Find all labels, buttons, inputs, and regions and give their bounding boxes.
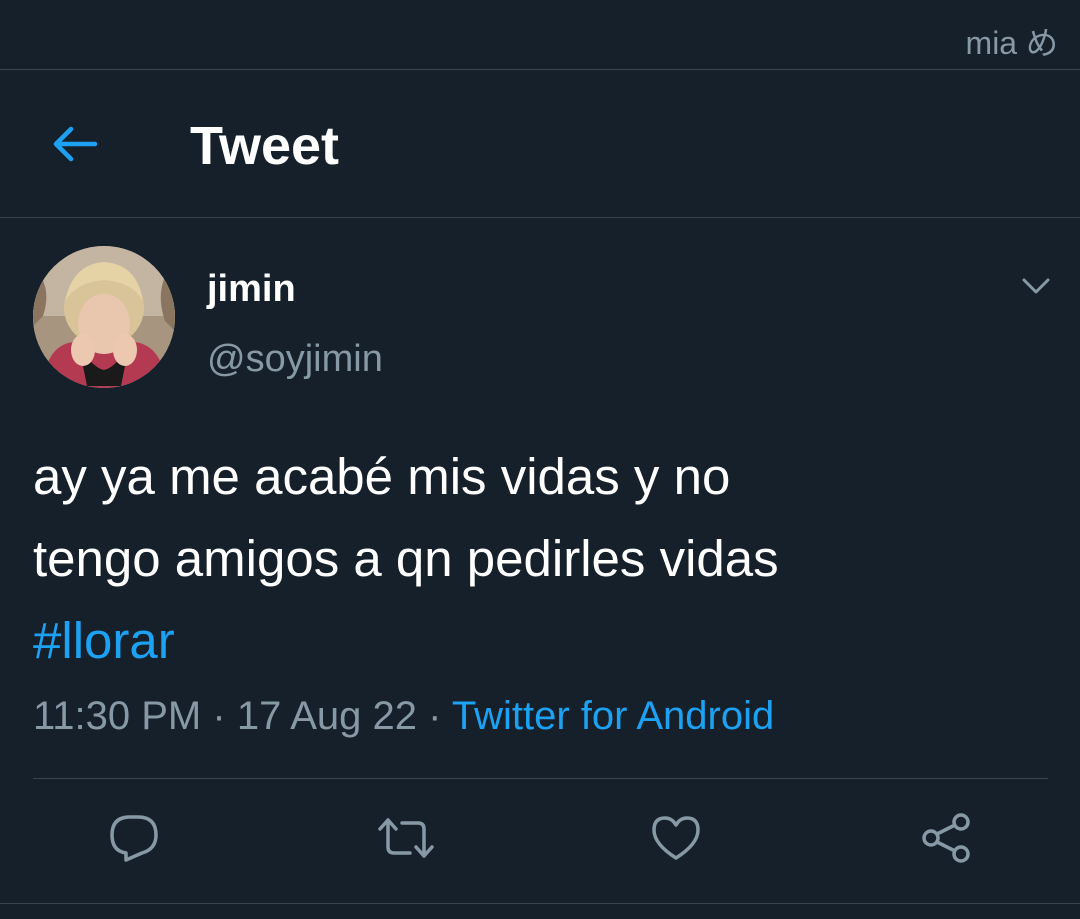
retweet-icon bbox=[378, 818, 434, 858]
tweet-text-line: ay ya me acabé mis vidas y no bbox=[33, 448, 731, 505]
tweet-text: ay ya me acabé mis vidas y no tengo amig… bbox=[33, 436, 1043, 682]
tweet-date: 17 Aug 22 bbox=[236, 694, 418, 738]
retweet-button[interactable] bbox=[376, 808, 436, 868]
chevron-down-icon bbox=[1022, 278, 1050, 294]
share-icon bbox=[922, 813, 970, 863]
tweet-actions bbox=[0, 808, 1080, 868]
author-display-name[interactable]: jimin bbox=[207, 268, 296, 311]
header: Tweet bbox=[0, 70, 1080, 218]
status-bar: mia め bbox=[0, 0, 1080, 70]
tweet-options-button[interactable] bbox=[1014, 268, 1058, 304]
tweet-text-line: tengo amigos a qn pedirles vidas bbox=[33, 530, 779, 587]
meta-separator: · bbox=[212, 694, 226, 738]
page-title: Tweet bbox=[190, 116, 340, 176]
tweet-meta: 11:30 PM · 17 Aug 22 · Twitter for Andro… bbox=[33, 694, 774, 739]
watermark: mia め bbox=[965, 25, 1058, 61]
meta-separator: · bbox=[428, 694, 442, 738]
tweet-time: 11:30 PM bbox=[33, 694, 202, 738]
like-button[interactable] bbox=[646, 808, 706, 868]
tweet: jimin @soyjimin ay ya me acabé mis vidas… bbox=[0, 218, 1080, 919]
divider bbox=[0, 903, 1080, 904]
share-button[interactable] bbox=[916, 808, 976, 868]
author-handle[interactable]: @soyjimin bbox=[207, 338, 383, 381]
avatar[interactable] bbox=[33, 246, 175, 388]
heart-icon bbox=[652, 816, 700, 860]
divider bbox=[33, 778, 1048, 779]
avatar-image bbox=[33, 246, 175, 388]
reply-icon bbox=[110, 815, 158, 862]
arrow-left-icon bbox=[53, 126, 97, 162]
tweet-source-link[interactable]: Twitter for Android bbox=[452, 694, 774, 738]
back-button[interactable] bbox=[44, 116, 104, 172]
reply-button[interactable] bbox=[104, 808, 164, 868]
tweet-detail-screen: mia め Tweet jimin @soyjimin ay ya me aca… bbox=[0, 0, 1080, 919]
hashtag-link[interactable]: #llorar bbox=[33, 600, 1043, 682]
